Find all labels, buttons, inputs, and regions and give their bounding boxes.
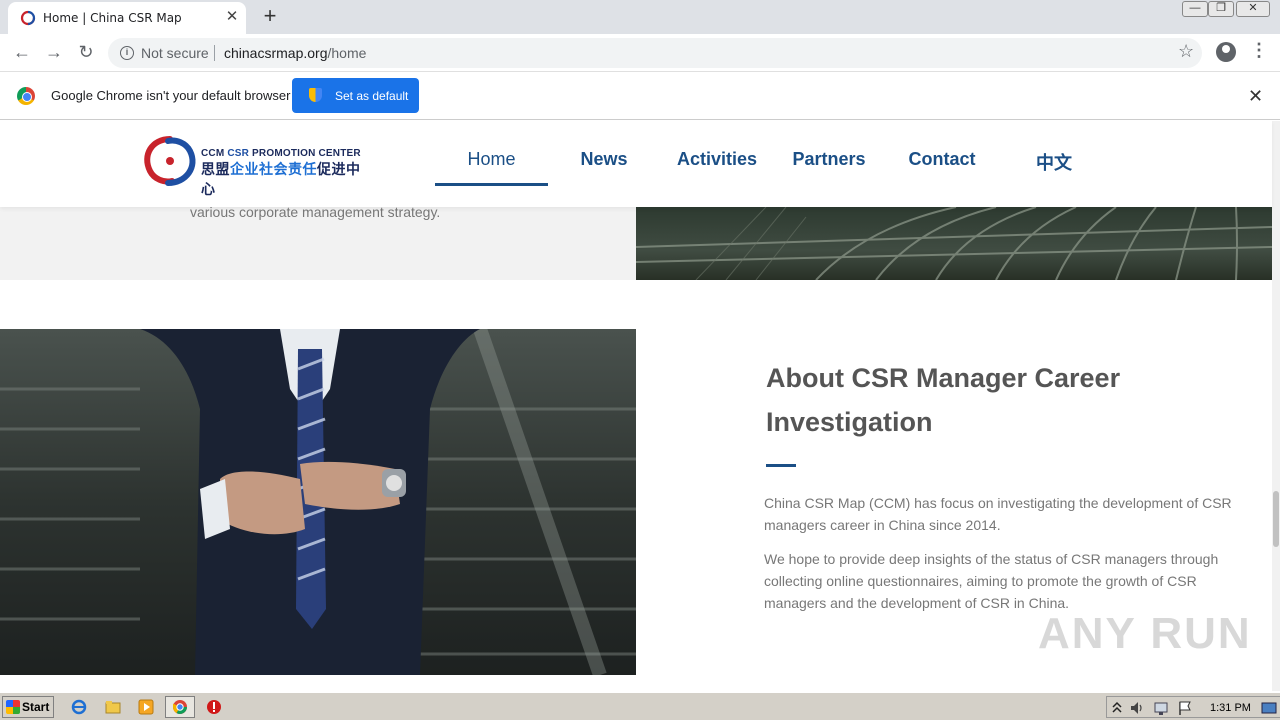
active-nav-underline: [435, 183, 548, 186]
restore-button[interactable]: ❐: [1208, 1, 1234, 17]
chrome-menu-icon[interactable]: ⋮: [1250, 40, 1268, 61]
back-button[interactable]: ←: [10, 41, 34, 65]
omnibox-divider: [214, 45, 215, 61]
browser-toolbar: ← → ↻ i Not secure chinacsrmap.org/home …: [0, 34, 1280, 72]
nav-partners[interactable]: Partners: [785, 149, 873, 170]
nav-chinese[interactable]: 中文: [1010, 149, 1098, 175]
nav-contact[interactable]: Contact: [898, 149, 986, 170]
file-explorer-icon[interactable]: [105, 699, 121, 715]
page-viewport: CCM CSR PROMOTION CENTER 思盟企业社会责任促进中心 Ho…: [0, 121, 1280, 691]
tunnel-ribs-graphic: [636, 207, 1272, 280]
tab-close-icon[interactable]: ✕: [224, 9, 240, 25]
nav-home[interactable]: Home: [435, 149, 548, 170]
shield-icon: [309, 88, 322, 102]
url-host: chinacsrmap.org: [224, 45, 328, 61]
set-as-default-label: Set as default: [335, 89, 409, 103]
anyrun-watermark: ANY RUN: [1038, 609, 1252, 658]
chrome-logo-icon: [17, 87, 35, 105]
show-hidden-icons-icon[interactable]: [1111, 701, 1123, 715]
logo-cn-blue: 企业社会责任: [230, 161, 317, 177]
security-label[interactable]: Not secure: [141, 45, 209, 61]
minimize-button[interactable]: —: [1182, 1, 1208, 17]
windows-taskbar: Start 1:31 PM: [0, 692, 1280, 720]
businessman-photo: [0, 329, 636, 675]
ccm-swirl-logo-icon: [144, 136, 196, 186]
site-header: CCM CSR PROMOTION CENTER 思盟企业社会责任促进中心 Ho…: [0, 121, 1272, 207]
internet-explorer-icon[interactable]: [71, 699, 87, 715]
logo-promo: PROMOTION CENTER: [249, 148, 361, 159]
windows-logo-icon: [6, 700, 20, 714]
url-text[interactable]: chinacsrmap.org/home: [224, 45, 366, 61]
nav-activities[interactable]: Activities: [670, 149, 764, 170]
stop-sign-icon[interactable]: [206, 699, 222, 715]
tunnel-architecture-image: [636, 207, 1272, 280]
chrome-taskbar-button[interactable]: [165, 696, 195, 718]
scrollbar-thumb[interactable]: [1273, 491, 1279, 547]
start-button[interactable]: Start: [2, 696, 54, 718]
url-path: /home: [327, 45, 367, 61]
site-logo[interactable]: CCM CSR PROMOTION CENTER 思盟企业社会责任促进中心: [140, 133, 365, 197]
logo-chinese-text: 思盟企业社会责任促进中心: [201, 159, 365, 199]
about-paragraph-1: China CSR Map (CCM) has focus on investi…: [764, 495, 1232, 533]
logo-english-text: CCM CSR PROMOTION CENTER: [201, 148, 361, 159]
logo-ccm: CCM: [201, 148, 228, 159]
system-tray: 1:31 PM: [1106, 696, 1280, 718]
bookmark-star-icon[interactable]: ☆: [1178, 41, 1194, 62]
action-center-flag-icon[interactable]: [1177, 700, 1193, 716]
show-desktop-icon[interactable]: [1261, 700, 1277, 716]
forward-button[interactable]: →: [42, 41, 66, 65]
start-label: Start: [22, 700, 50, 714]
address-bar[interactable]: i Not secure chinacsrmap.org/home ☆: [108, 38, 1202, 68]
system-clock[interactable]: 1:31 PM: [1210, 702, 1251, 714]
set-as-default-button[interactable]: Set as default: [292, 78, 419, 113]
about-paragraph-2: We hope to provide deep insights of the …: [764, 551, 1219, 611]
media-player-icon[interactable]: [138, 699, 154, 715]
close-window-button[interactable]: ✕: [1236, 1, 1270, 17]
logo-csr: CSR: [227, 148, 250, 159]
about-section-title: About CSR Manager Career Investigation: [766, 363, 1121, 437]
default-browser-infobar: Google Chrome isn't your default browser…: [0, 72, 1280, 120]
about-title-rule: [766, 464, 796, 467]
logo-cn-left: 思盟: [201, 161, 230, 177]
site-favicon-icon: [20, 10, 36, 26]
infobar-message: Google Chrome isn't your default browser: [51, 88, 291, 103]
nav-news[interactable]: News: [560, 149, 648, 170]
volume-icon[interactable]: [1129, 700, 1145, 716]
profile-avatar-icon[interactable]: [1216, 42, 1236, 62]
tab-strip: Home | China CSR Map ✕ + — ❐ ✕: [0, 0, 1280, 34]
network-icon[interactable]: [1153, 700, 1169, 716]
reload-button[interactable]: ↻: [74, 41, 98, 65]
tab-title: Home | China CSR Map: [43, 11, 182, 25]
page-scrollbar[interactable]: [1272, 121, 1280, 691]
info-icon[interactable]: i: [120, 46, 134, 60]
infobar-close-icon[interactable]: ✕: [1248, 86, 1263, 107]
chrome-icon: [173, 700, 187, 714]
browser-tab[interactable]: Home | China CSR Map ✕: [8, 2, 246, 34]
new-tab-button[interactable]: +: [258, 5, 282, 29]
businessman-illustration: [0, 329, 636, 675]
